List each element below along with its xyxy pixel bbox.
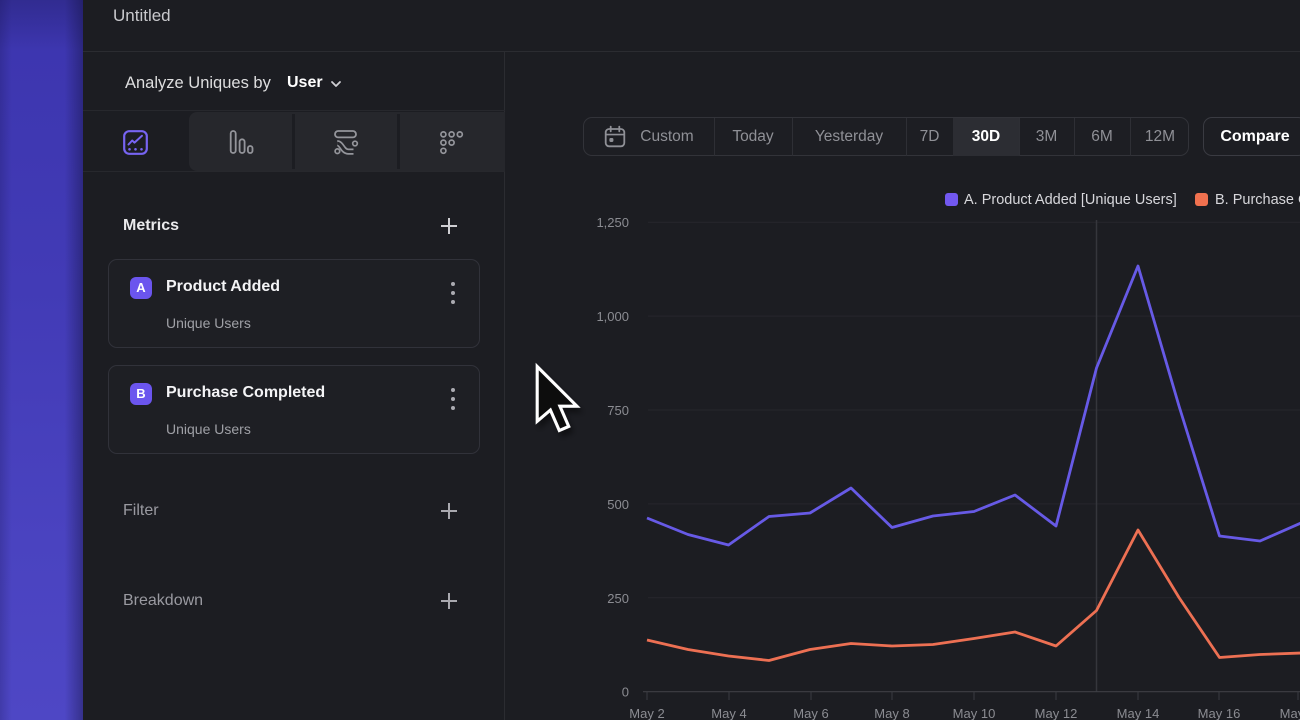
- svg-text:May 6: May 6: [793, 706, 828, 720]
- svg-text:May 2: May 2: [629, 706, 664, 720]
- svg-text:750: 750: [607, 403, 629, 418]
- svg-text:250: 250: [607, 591, 629, 606]
- svg-text:1,250: 1,250: [596, 215, 629, 230]
- svg-text:May 16: May 16: [1198, 706, 1241, 720]
- svg-text:May 4: May 4: [711, 706, 746, 720]
- svg-text:1,000: 1,000: [596, 309, 629, 324]
- svg-text:May 8: May 8: [874, 706, 909, 720]
- svg-text:May 18: May 18: [1280, 706, 1300, 720]
- svg-text:0: 0: [622, 685, 629, 700]
- svg-text:May 14: May 14: [1117, 706, 1160, 720]
- svg-text:500: 500: [607, 497, 629, 512]
- svg-text:May 10: May 10: [953, 706, 996, 720]
- svg-text:May 12: May 12: [1035, 706, 1078, 720]
